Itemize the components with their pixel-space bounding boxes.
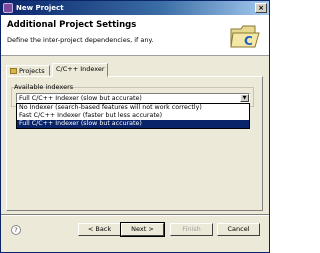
indexer-select[interactable]: Full C/C++ Indexer (slow but accurate) ▼ bbox=[16, 93, 250, 103]
finish-button[interactable]: Finish bbox=[170, 223, 213, 236]
tab-projects[interactable]: Projects bbox=[6, 65, 50, 76]
cpp-project-folder-icon: C bbox=[230, 25, 260, 48]
indexer-dropdown-list: No Indexer (search-based features will n… bbox=[16, 103, 250, 129]
tab-cpp-indexer-label: C/C++ Indexer bbox=[56, 65, 105, 73]
app-icon bbox=[3, 3, 13, 13]
chevron-down-icon[interactable]: ▼ bbox=[240, 94, 249, 102]
window-title: New Project bbox=[16, 4, 64, 12]
new-project-dialog: New Project × Additional Project Setting… bbox=[0, 0, 270, 253]
tab-cpp-indexer[interactable]: C/C++ Indexer bbox=[52, 63, 108, 77]
indexer-option-none[interactable]: No Indexer (search-based features will n… bbox=[17, 104, 249, 112]
help-icon[interactable]: ? bbox=[11, 225, 21, 235]
button-bar-separator bbox=[1, 214, 269, 216]
tab-projects-label: Projects bbox=[19, 67, 45, 75]
indexer-group-label: Available indexers bbox=[14, 83, 74, 91]
next-button[interactable]: Next > bbox=[120, 222, 165, 237]
close-button[interactable]: × bbox=[255, 3, 267, 13]
back-button[interactable]: < Back bbox=[78, 223, 121, 236]
svg-text:C: C bbox=[244, 34, 253, 48]
page-description: Define the inter-project dependencies, i… bbox=[7, 36, 154, 44]
wizard-banner: Additional Project Settings Define the i… bbox=[1, 15, 269, 56]
indexer-option-full[interactable]: Full C/C++ Indexer (slow but accurate) bbox=[17, 120, 249, 128]
cancel-button[interactable]: Cancel bbox=[217, 223, 260, 236]
folder-icon bbox=[10, 68, 17, 74]
indexer-select-value: Full C/C++ Indexer (slow but accurate) bbox=[19, 95, 142, 102]
title-bar[interactable]: New Project × bbox=[1, 1, 269, 15]
page-title: Additional Project Settings bbox=[7, 20, 137, 30]
indexer-option-fast[interactable]: Fast C/C++ Indexer (faster but less accu… bbox=[17, 112, 249, 120]
